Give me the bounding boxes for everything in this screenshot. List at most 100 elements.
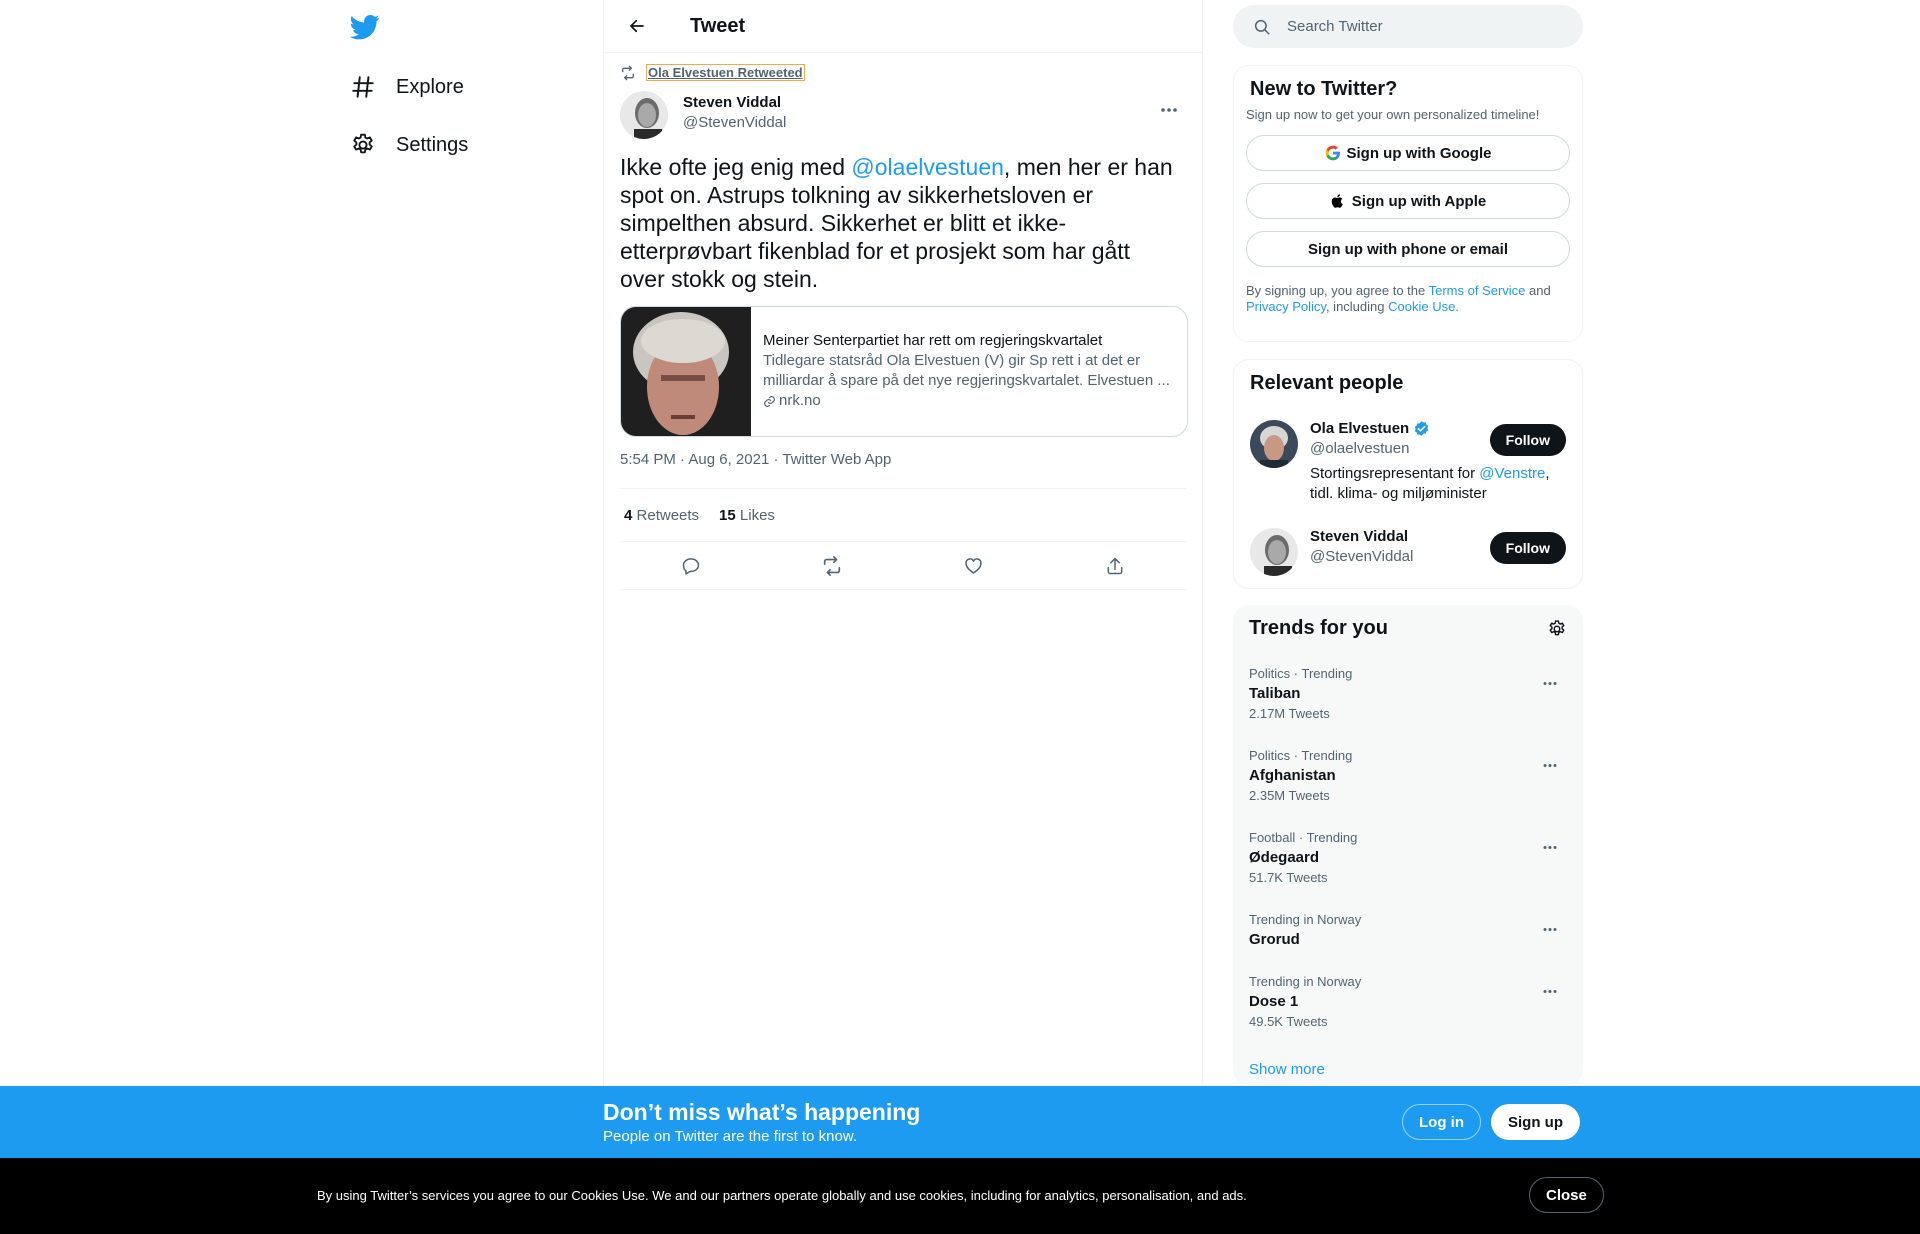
trends-title: Trends for you [1249,617,1388,639]
tweet-text: Ikke ofte jeg enig med @olaelvestuen, me… [620,153,1180,293]
signup-apple-label: Sign up with Apple [1351,192,1487,210]
signup-phone-button[interactable]: Sign up with phone or email [1246,231,1570,267]
heart-icon [963,555,984,576]
like-button[interactable] [957,549,991,583]
trend-name: Taliban [1249,685,1301,702]
trend-more-button[interactable] [1533,830,1567,864]
signup-apple-button[interactable]: Sign up with Apple [1246,183,1570,219]
cookie-text: By using Twitter’s services you agree to… [317,1188,1247,1203]
search-icon [1253,18,1271,36]
retweets-label: Retweets [636,506,700,524]
trend-name: Grorud [1249,931,1300,948]
author-handle[interactable]: @StevenViddal [683,114,786,131]
tweet-stats: 4 Retweets 15 Likes [620,488,1186,542]
cookie-link[interactable]: Cookie Use. [1388,299,1459,314]
cookie-close-button[interactable]: Close [1529,1177,1604,1213]
trend-more-button[interactable] [1533,748,1567,782]
gear-icon [350,132,376,158]
retweets-stat[interactable]: 4 Retweets [624,507,699,524]
retweets-count: 4 [624,506,633,524]
person-name-label: Ola Elvestuen [1310,420,1410,437]
relevant-people-panel: Relevant people Ola Elvestuen @olaelvest… [1233,359,1583,589]
nav-settings-label: Settings [396,133,469,156]
hash-icon [350,74,376,100]
meta-separator: · [773,451,779,468]
person-name[interactable]: Ola Elvestuen [1310,420,1430,437]
signup-button[interactable]: Sign up [1491,1104,1580,1140]
banner-title: Don’t miss what’s happening [603,1099,921,1125]
tweet-text-part: Ikke ofte jeg enig med [620,154,852,180]
trend-item[interactable]: Politics · Trending Taliban 2.17M Tweets [1249,666,1567,721]
tweet-date[interactable]: Aug 6, 2021 [688,451,769,468]
author-name[interactable]: Steven Viddal [683,94,781,111]
avatar[interactable] [1250,528,1298,576]
retweet-context: Ola Elvestuen Retweeted [620,64,805,81]
trend-category: Politics · Trending [1249,666,1353,681]
trend-count: 49.5K Tweets [1249,1014,1328,1029]
signup-banner: Don’t miss what’s happening People on Tw… [0,1086,1920,1158]
trend-more-button[interactable] [1533,974,1567,1008]
nav-explore[interactable]: Explore [350,67,464,107]
signup-google-button[interactable]: Sign up with Google [1246,135,1570,171]
more-button[interactable] [1152,93,1186,127]
trend-count: 2.17M Tweets [1249,706,1330,721]
trend-item[interactable]: Politics · Trending Afghanistan 2.35M Tw… [1249,748,1567,803]
avatar[interactable] [1250,420,1298,468]
tweet-time[interactable]: 5:54 PM [620,451,676,468]
follow-button[interactable]: Follow [1489,424,1566,456]
bio-text: Stortingsrepresentant for [1310,465,1480,482]
login-button[interactable]: Log in [1402,1104,1481,1140]
apple-icon [1330,193,1352,209]
trend-name: Afghanistan [1249,767,1336,784]
gear-icon[interactable] [1547,619,1567,639]
legal-text: , including [1325,299,1389,314]
signup-panel: New to Twitter? Sign up now to get your … [1233,65,1583,342]
arrow-left-icon [628,17,646,35]
signup-subtitle: Sign up now to get your own personalized… [1246,107,1540,122]
legal-text: By signing up, you agree to the [1246,283,1429,298]
google-icon [1325,145,1347,161]
verified-badge-icon [1413,420,1430,437]
likes-count: 15 [719,506,736,524]
trend-item[interactable]: Trending in Norway Dose 1 49.5K Tweets [1249,974,1567,1029]
nav-settings[interactable]: Settings [350,125,468,165]
person-name[interactable]: Steven Viddal [1310,528,1408,545]
privacy-link[interactable]: Privacy Policy [1246,299,1326,314]
bio-mention-link[interactable]: @Venstre [1479,465,1545,482]
follow-button[interactable]: Follow [1489,532,1566,564]
share-button[interactable] [1098,549,1132,583]
person-bio: Stortingsrepresentant for @Venstre, tidl… [1310,464,1550,504]
more-dots-icon [1542,681,1558,686]
trend-item[interactable]: Football · Trending Ødegaard 51.7K Tweet… [1249,830,1567,885]
back-button[interactable] [620,9,654,43]
banner-subtitle: People on Twitter are the first to know. [603,1128,858,1145]
trend-name: Ødegaard [1249,849,1320,866]
link-card[interactable]: Meiner Senterpartiet har rett om regjeri… [620,306,1188,437]
cookie-banner: By using Twitter’s services you agree to… [0,1158,1920,1234]
person-card[interactable]: Steven Viddal @StevenViddal Follow [1250,528,1566,576]
retweeted-by-link[interactable]: Ola Elvestuen Retweeted [646,64,805,81]
mention-link[interactable]: @olaelvestuen [851,154,1004,180]
search-input[interactable] [1287,18,1547,35]
trend-item[interactable]: Trending in Norway Grorud [1249,912,1567,948]
trend-count: 2.35M Tweets [1249,788,1330,803]
person-card[interactable]: Ola Elvestuen @olaelvestuen Stortingsrep… [1250,420,1566,510]
show-more-link[interactable]: Show more [1249,1061,1325,1078]
reply-button[interactable] [674,549,708,583]
trend-more-button[interactable] [1533,666,1567,700]
tweet-actions [620,542,1186,590]
search-box[interactable] [1233,5,1583,48]
card-domain: nrk.no [763,391,1175,411]
signup-title: New to Twitter? [1250,78,1398,100]
likes-stat[interactable]: 15 Likes [719,507,775,524]
tweet-source[interactable]: Twitter Web App [782,451,891,468]
more-dots-icon [1542,927,1558,932]
retweet-button[interactable] [815,549,849,583]
avatar[interactable] [620,91,668,139]
person-handle[interactable]: @StevenViddal [1310,548,1413,565]
person-handle[interactable]: @olaelvestuen [1310,440,1409,457]
trend-more-button[interactable] [1533,912,1567,946]
terms-link[interactable]: Terms of Service [1429,283,1526,298]
twitter-logo-icon[interactable] [350,12,380,42]
more-dots-icon [1542,845,1558,850]
